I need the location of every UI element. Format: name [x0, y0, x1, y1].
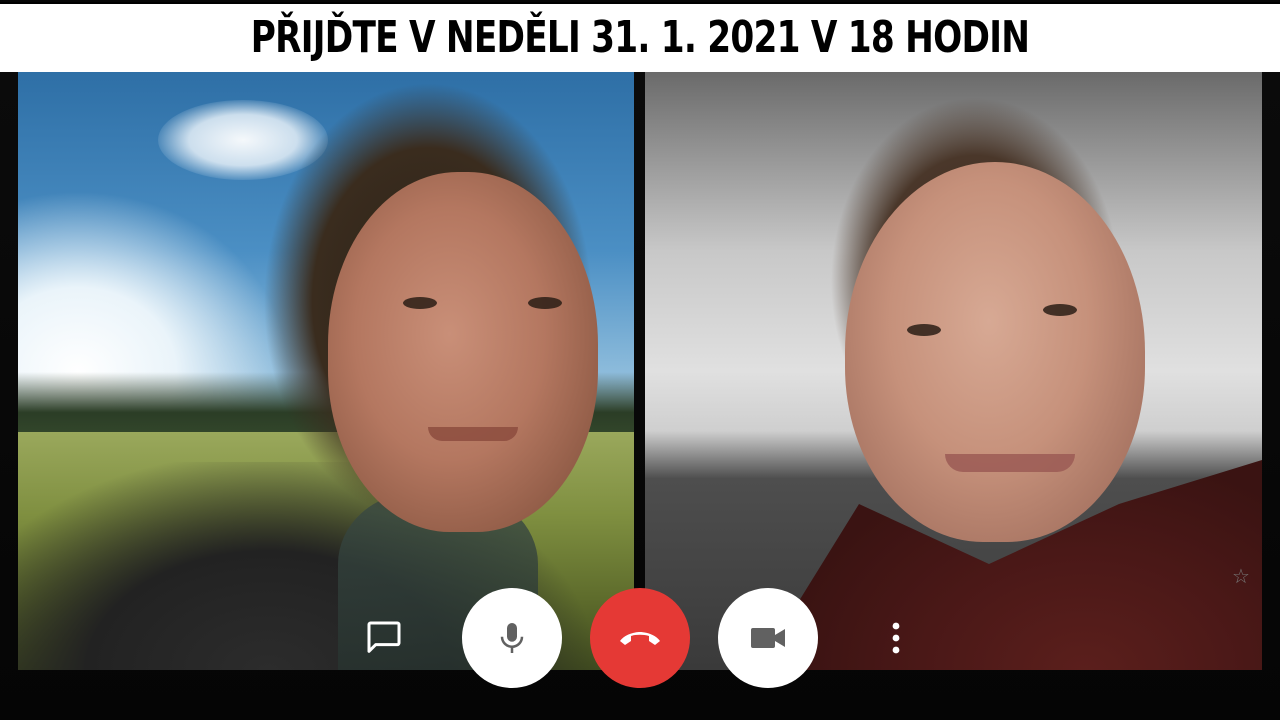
participant-mouth	[428, 427, 518, 441]
chat-button[interactable]	[360, 614, 408, 662]
participant-face	[845, 162, 1145, 542]
announcement-banner: PŘIJĎTE V NEDĚLI 31. 1. 2021 V 18 HODIN	[0, 2, 1280, 72]
video-call-screen: PŘIJĎTE V NEDĚLI 31. 1. 2021 V 18 HODIN	[0, 0, 1280, 720]
end-call-button[interactable]	[590, 588, 690, 688]
participant-video-right[interactable]	[645, 72, 1262, 670]
announcement-text: PŘIJĎTE V NEDĚLI 31. 1. 2021 V 18 HODIN	[250, 12, 1030, 63]
videocam-icon	[751, 628, 785, 648]
participant-face	[328, 172, 598, 532]
participant-eye	[1043, 304, 1077, 316]
microphone-button[interactable]	[462, 588, 562, 688]
more-options-button[interactable]	[876, 614, 916, 662]
chat-bubble-icon	[367, 621, 401, 653]
star-icon[interactable]: ☆	[1229, 565, 1253, 589]
participant-eye	[403, 297, 437, 309]
microphone-icon	[500, 623, 524, 653]
phone-hangup-icon	[620, 632, 660, 645]
participant-eye	[528, 297, 562, 309]
camera-button[interactable]	[718, 588, 818, 688]
participant-video-left[interactable]	[18, 72, 634, 670]
more-vertical-icon	[892, 622, 900, 654]
participant-eye	[907, 324, 941, 336]
participant-mouth	[945, 454, 1075, 472]
